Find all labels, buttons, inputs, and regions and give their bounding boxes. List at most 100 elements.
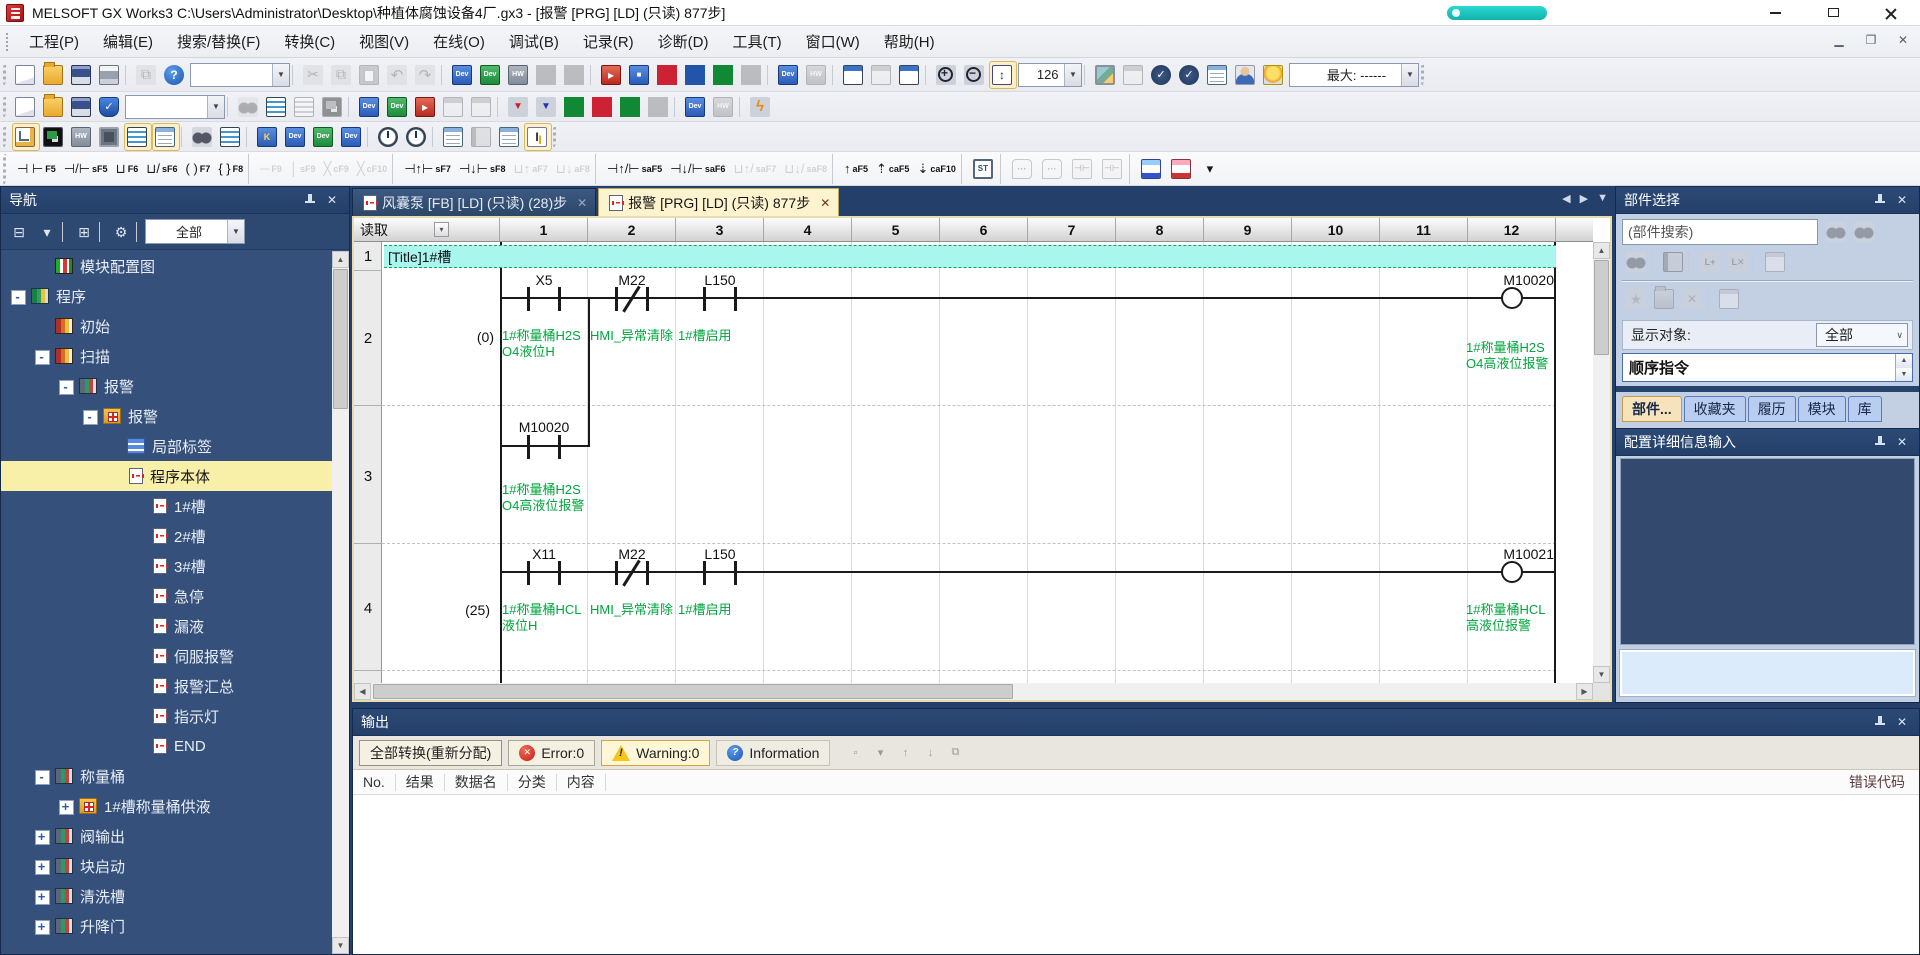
menu-item[interactable]: 记录(R) [571, 26, 646, 57]
coil[interactable]: ( )F7▼ [183, 154, 214, 184]
read-from-plc[interactable]: ▼ [478, 62, 504, 88]
contact-x11[interactable] [527, 561, 561, 585]
zoom-out[interactable]: ▼ [962, 62, 988, 88]
edit-statement[interactable]: ▼ [1039, 154, 1067, 184]
device-list-off[interactable]: ▼ [292, 94, 318, 120]
previous-message[interactable]: ↑ [894, 742, 916, 764]
tab-list-icon[interactable]: ▼ [1597, 192, 1608, 205]
label-editor[interactable]: ▼ [153, 124, 179, 150]
redo[interactable]: ▼ [413, 62, 439, 88]
tree-item[interactable]: - 称量桶 [1, 761, 332, 791]
device-dev-window-off[interactable]: ▼ [711, 94, 737, 120]
find-off[interactable]: ▼ [646, 94, 672, 120]
open-project[interactable]: ▼ [41, 62, 67, 88]
element-selection-tab[interactable]: 库 [1848, 396, 1882, 422]
tree-item[interactable]: + 升降门 [1, 911, 332, 941]
device-find-disabled[interactable]: ▼ [739, 62, 765, 88]
warning-filter-button[interactable]: Warning:0 [601, 740, 710, 766]
copy-message[interactable]: ⧉ [944, 742, 966, 764]
help[interactable]: ▼ [162, 62, 188, 88]
memory-card[interactable]: ▼ [469, 124, 495, 150]
mdi-close-button[interactable]: ✕ [1892, 30, 1914, 50]
new-project[interactable]: ▼ [13, 62, 39, 88]
pulse-conversion[interactable]: ⇡caF5▼ [873, 154, 912, 184]
find-element[interactable] [1623, 249, 1649, 275]
device-grid[interactable]: ▼ [1205, 62, 1231, 88]
alarm-lamp[interactable]: ▼ [1261, 62, 1287, 88]
rising-pulse[interactable]: ⊣↑⊢sF7▼ [401, 154, 454, 184]
tree-item[interactable]: 局部标签 [1, 431, 332, 461]
pointer-branch[interactable]: ▼ [1069, 154, 1097, 184]
tree-item[interactable]: 报警汇总 [1, 671, 332, 701]
find-green[interactable]: ▼ [562, 94, 588, 120]
tab-scroll-left-icon[interactable]: ◀ [1562, 192, 1570, 205]
device-dev-window[interactable]: ▼ [683, 94, 709, 120]
program-check[interactable]: ▼ [1149, 62, 1175, 88]
vertical-line[interactable]: │sF9▼ [287, 154, 319, 184]
write-to-plc[interactable]: ▼ [450, 62, 476, 88]
bookmark-blue[interactable]: ▼ [534, 94, 560, 120]
close-icon[interactable]: ✕ [1893, 714, 1911, 730]
tree-item[interactable]: END [1, 731, 332, 761]
device-list[interactable]: ▼ [264, 94, 290, 120]
element-selection-tab[interactable]: 模块 [1798, 396, 1846, 422]
scroll-down-icon[interactable]: ▼ [332, 937, 349, 954]
close-branch[interactable]: ⊔/sF6▼ [143, 154, 180, 184]
print[interactable]: ▼ [97, 62, 123, 88]
zoom-combo[interactable]: 126▼ [1018, 63, 1082, 87]
paste[interactable]: ▼ [357, 62, 383, 88]
falling-pulse-close[interactable]: ⊣↓/⊢saF6▼ [667, 154, 728, 184]
element-list[interactable] [1660, 249, 1686, 275]
find-combo[interactable]: ▼ [125, 95, 225, 119]
tree-item[interactable]: + 清洗槽 [1, 881, 332, 911]
close-icon[interactable]: ✕ [1893, 192, 1911, 208]
application-instruction[interactable]: { }F8▼ [215, 154, 246, 184]
menu-item[interactable]: 在线(O) [421, 26, 497, 57]
user-authentication[interactable]: ▼ [1233, 62, 1259, 88]
ladder-horizontal-scrollbar[interactable]: ◀ ▶ [354, 683, 1593, 700]
menu-item[interactable]: 帮助(H) [872, 26, 947, 57]
save-data[interactable]: ▼ [69, 94, 95, 120]
option-gear[interactable]: ⚙▼ [108, 219, 134, 245]
tree-item[interactable]: 模块配置图 [1, 251, 332, 281]
favorite-add[interactable] [1623, 286, 1649, 312]
new-data[interactable]: ▼ [13, 94, 39, 120]
information-filter-button[interactable]: Information [716, 740, 830, 766]
element-selection-tab[interactable]: 履历 [1748, 396, 1796, 422]
tree-item[interactable]: - 报警 [1, 401, 332, 431]
tree-item[interactable]: - 报警 [1, 371, 332, 401]
tree-expander[interactable]: + [35, 890, 55, 903]
favorite-delete[interactable] [1679, 286, 1705, 312]
scrollbar-thumb[interactable] [333, 269, 348, 409]
pin-icon[interactable] [1871, 192, 1889, 208]
ladder-canvas[interactable]: 1 2 3 4 [Title]1#槽 [354, 242, 1593, 683]
ladder-block-display[interactable]: ▼ [1138, 154, 1166, 184]
tree-item[interactable]: 初始 [1, 311, 332, 341]
scrollbar-thumb[interactable] [1594, 260, 1609, 355]
close-icon[interactable]: ✕ [1893, 434, 1911, 450]
menu-item[interactable]: 窗口(W) [794, 26, 872, 57]
element-selection-tab[interactable]: 收藏夹 [1684, 396, 1746, 422]
element-properties[interactable] [1762, 249, 1788, 275]
pin-message[interactable]: ▫ [844, 742, 866, 764]
element-search-input[interactable]: (部件搜索) [1622, 219, 1818, 245]
monitor-stop[interactable]: ▼ [627, 62, 653, 88]
device-find-blue[interactable]: ▼ [683, 62, 709, 88]
close-icon[interactable]: ✕ [323, 192, 341, 208]
tree-item[interactable]: + 1#槽称量桶供液 [1, 791, 332, 821]
zoom-fit[interactable]: ▼ [990, 62, 1016, 88]
display-target-combo[interactable]: 全部∨ [1816, 323, 1908, 347]
tree-expander[interactable]: - [83, 410, 103, 423]
menu-item[interactable]: 诊断(D) [646, 26, 721, 57]
copy[interactable]: ▼ [329, 62, 355, 88]
device-initial-value[interactable]: ▼ [339, 124, 365, 150]
screen-capture[interactable]: ▼ [1093, 62, 1119, 88]
tree-item[interactable]: - 扫描 [1, 341, 332, 371]
verify-with-plc[interactable]: ▼ [506, 62, 532, 88]
device-usage[interactable]: ▼ [320, 94, 346, 120]
search-backward[interactable] [1823, 219, 1849, 245]
message-options[interactable]: ▾ [869, 742, 891, 764]
convert-all-button[interactable]: 全部转换(重新分配) [359, 740, 502, 766]
statement-display[interactable]: ▼ [385, 94, 411, 120]
pause-monitor[interactable]: ▼ [1121, 62, 1147, 88]
